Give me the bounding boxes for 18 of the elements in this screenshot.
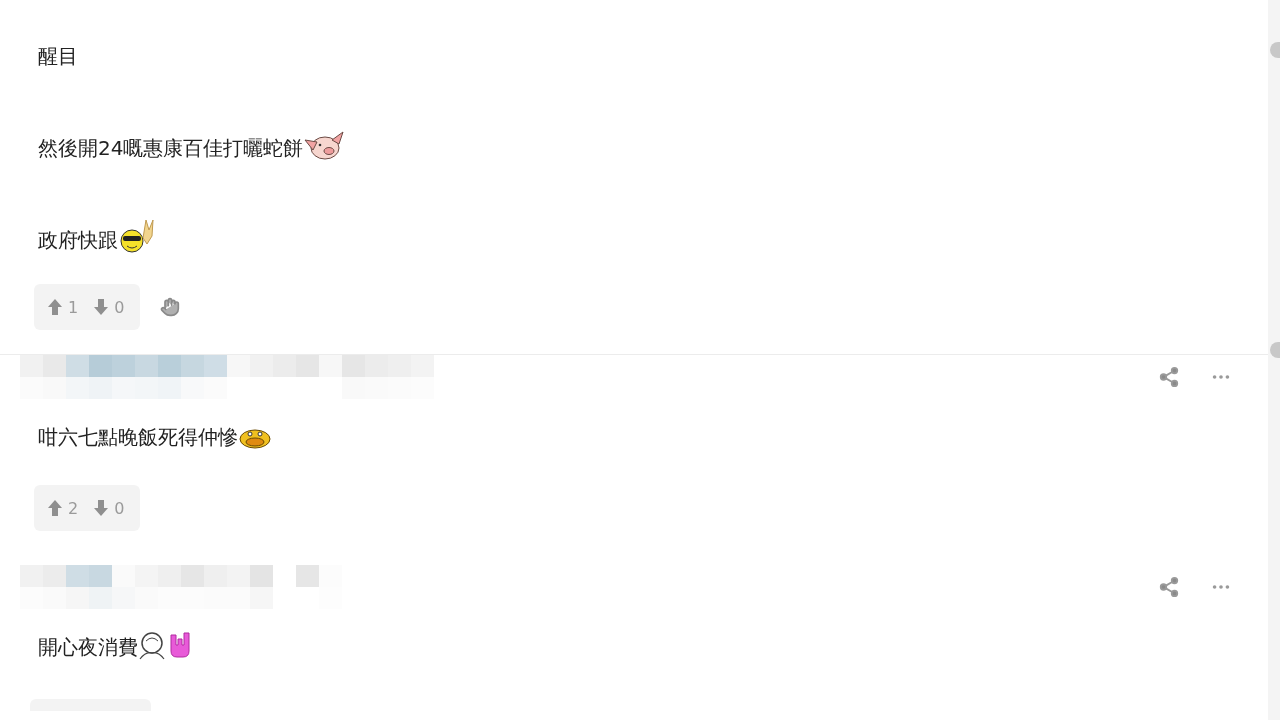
share-icon[interactable] <box>1158 366 1180 388</box>
comment-text: 開心夜消費 <box>37 634 138 661</box>
arrow-down-icon <box>94 299 109 315</box>
downvote-button[interactable]: 0 <box>94 498 125 518</box>
comment-text: 然後開24嘅惠康百佳打曬蛇餅 <box>37 135 304 162</box>
share-icon[interactable] <box>1158 576 1180 598</box>
arrow-up-icon <box>48 500 62 516</box>
hand-icon[interactable] <box>160 297 181 317</box>
downvote-button[interactable]: 0 <box>94 297 125 317</box>
comment-text: 醒目 <box>37 43 78 70</box>
comment-text: 政府快跟 <box>37 227 118 254</box>
arrow-down-icon <box>94 500 109 516</box>
scrollbar[interactable] <box>1268 0 1280 720</box>
arrow-up-icon <box>48 299 62 315</box>
pig-icon <box>303 130 346 162</box>
upvote-button[interactable]: 1 <box>48 297 79 317</box>
upvote-button[interactable]: 2 <box>48 498 79 518</box>
comment-text: 咁六七點晚飯死得仲慘 <box>37 424 238 451</box>
